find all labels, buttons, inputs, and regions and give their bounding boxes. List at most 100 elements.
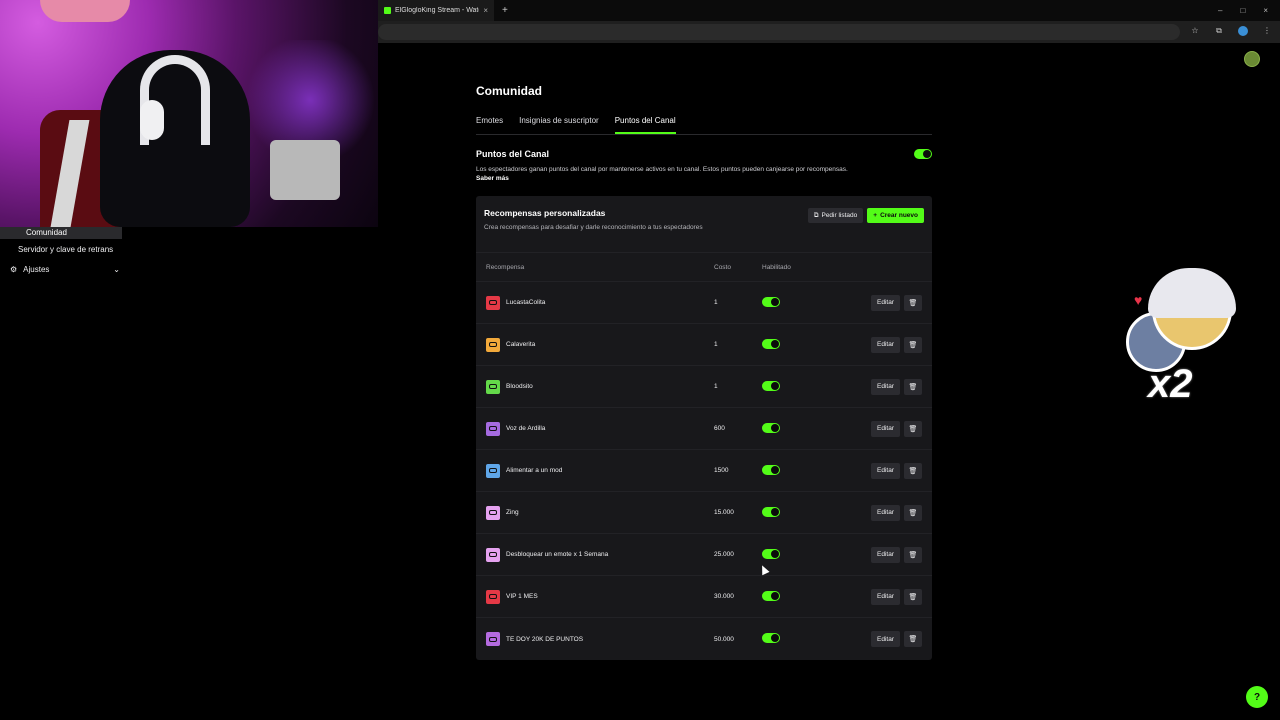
delete-reward-button[interactable]: 🗑 — [904, 294, 922, 311]
reward-enabled-toggle[interactable] — [762, 380, 780, 391]
sidebar-item-stream-key[interactable]: Servidor y clave de retrans — [18, 245, 113, 254]
reward-enabled-toggle[interactable] — [762, 506, 780, 517]
heart-icon: ♥ — [1134, 292, 1143, 308]
delete-reward-button[interactable]: 🗑 — [904, 462, 922, 479]
reward-enabled-toggle[interactable] — [762, 590, 780, 601]
edit-reward-button[interactable]: Editar — [871, 588, 900, 605]
reward-name: Voz de Ardilla — [506, 425, 546, 432]
reward-cost: 15.000 — [714, 509, 734, 516]
delete-reward-button[interactable]: 🗑 — [904, 546, 922, 563]
reward-name: Alimentar a un mod — [506, 467, 563, 474]
community-tabs: Emotes Insignias de suscriptor Puntos de… — [476, 116, 932, 135]
reward-enabled-toggle[interactable] — [762, 633, 780, 643]
reward-name-cell: Alimentar a un mod — [476, 463, 714, 478]
reward-name: LucastaColita — [506, 299, 546, 306]
delete-reward-button[interactable]: 🗑 — [904, 504, 922, 521]
delete-reward-button[interactable]: 🗑 — [904, 631, 922, 647]
reward-enabled-cell — [762, 380, 862, 393]
reward-actions: Editar 🗑 — [862, 504, 932, 521]
toolbar-icons: ☆ ⧉ ⋮ — [1190, 26, 1272, 38]
reward-enabled-cell — [762, 296, 862, 309]
column-enabled: Habilitado — [762, 263, 791, 271]
sidebar-item-comunidad[interactable]: Comunidad — [0, 227, 122, 239]
delete-reward-button[interactable]: 🗑 — [904, 420, 922, 437]
rewards-subtitle: Crea recompensas para desafiar y darle r… — [484, 224, 703, 231]
reward-enabled-cell — [762, 464, 862, 477]
learn-more-link[interactable]: Saber más — [476, 175, 932, 182]
edit-reward-button[interactable]: Editar — [871, 546, 900, 563]
address-bar[interactable] — [378, 24, 1180, 40]
external-link-icon: ⧉ — [813, 211, 819, 219]
reward-name-cell: VIP 1 MES — [476, 589, 714, 604]
sidebar-item-ajustes[interactable]: ⚙ Ajustes ⌄ — [10, 265, 120, 274]
edit-reward-button[interactable]: Editar — [871, 504, 900, 521]
table-row: Voz de Ardilla 600 Editar 🗑 — [476, 408, 932, 450]
webcam-earcup — [140, 100, 164, 140]
kick-favicon-icon — [384, 7, 391, 14]
menu-dots-icon[interactable]: ⋮ — [1262, 26, 1272, 38]
reward-cost: 30.000 — [714, 593, 734, 600]
trash-icon: 🗑 — [908, 425, 918, 433]
sticker-hood — [1148, 268, 1236, 318]
channel-points-toggle[interactable] — [914, 149, 932, 159]
reward-name-cell: TE DOY 20K DE PUNTOS — [476, 632, 714, 646]
webcam-overlay — [0, 0, 378, 227]
reward-enabled-toggle[interactable] — [762, 548, 780, 559]
reward-enabled-toggle[interactable] — [762, 422, 780, 433]
channel-points-description: Los espectadores ganan puntos del canal … — [476, 166, 848, 173]
maximize-button[interactable]: □ — [1240, 6, 1245, 15]
table-row: Desbloquear un emote x 1 Semana 25.000 Edi… — [476, 534, 932, 576]
trash-icon: 🗑 — [908, 467, 918, 475]
reward-icon — [486, 547, 500, 562]
bookmark-star-icon[interactable]: ☆ — [1190, 26, 1200, 38]
close-window-button[interactable]: × — [1263, 6, 1268, 15]
tab-close-icon[interactable]: × — [483, 6, 488, 15]
reward-enabled-cell — [762, 590, 862, 603]
tab-channel-points[interactable]: Puntos del Canal — [614, 116, 676, 134]
reward-name-cell: Bloodsito — [476, 379, 714, 394]
reward-actions: Editar 🗑 — [862, 420, 932, 437]
reward-cost: 25.000 — [714, 551, 734, 558]
edit-reward-button[interactable]: Editar — [871, 420, 900, 437]
create-reward-button[interactable]: + Crear nuevo — [867, 208, 924, 223]
reward-name: Zing — [506, 509, 519, 516]
trash-icon: 🗑 — [908, 299, 918, 307]
sidebar-item-label: Ajustes — [23, 265, 50, 274]
reward-enabled-toggle[interactable] — [762, 296, 780, 307]
extensions-icon[interactable]: ⧉ — [1214, 26, 1224, 38]
table-row: LucastaColita 1 Editar 🗑 — [476, 282, 932, 324]
trash-icon: 🗑 — [908, 551, 918, 559]
delete-reward-button[interactable]: 🗑 — [904, 336, 922, 353]
edit-reward-button[interactable]: Editar — [871, 631, 900, 647]
edit-reward-button[interactable]: Editar — [871, 336, 900, 353]
minimize-button[interactable]: – — [1218, 6, 1222, 15]
tab-subscriber-badges[interactable]: Insignias de suscriptor — [519, 116, 599, 134]
reward-enabled-toggle[interactable] — [762, 338, 780, 349]
profile-icon[interactable] — [1238, 26, 1248, 38]
help-chat-button[interactable]: ? — [1246, 686, 1268, 708]
trash-icon: 🗑 — [908, 636, 918, 643]
reward-cost: 1500 — [714, 467, 729, 474]
reward-enabled-cell — [762, 633, 862, 645]
reward-cost: 1 — [714, 299, 718, 306]
trash-icon: 🗑 — [908, 509, 918, 517]
new-tab-button[interactable]: + — [502, 5, 508, 16]
table-row: Alimentar a un mod 1500 Editar 🗑 — [476, 450, 932, 492]
edit-reward-button[interactable]: Editar — [871, 294, 900, 311]
reward-name-cell: Calaverita — [476, 337, 714, 352]
delete-reward-button[interactable]: 🗑 — [904, 378, 922, 395]
tab-title: ElGlogloKing Stream - Watch Li — [395, 7, 479, 14]
reward-icon — [486, 589, 500, 604]
column-cost: Costo — [714, 263, 731, 271]
user-avatar[interactable] — [1244, 51, 1260, 67]
reward-actions: Editar 🗑 — [862, 294, 932, 311]
reward-actions: Editar 🗑 — [862, 546, 932, 563]
edit-reward-button[interactable]: Editar — [871, 462, 900, 479]
rewards-title: Recompensas personalizadas — [484, 208, 606, 218]
tab-emotes[interactable]: Emotes — [476, 116, 503, 134]
request-list-button[interactable]: ⧉ Pedir listado — [807, 208, 864, 223]
edit-reward-button[interactable]: Editar — [871, 378, 900, 395]
delete-reward-button[interactable]: 🗑 — [904, 588, 922, 605]
browser-tab[interactable]: ElGlogloKing Stream - Watch Li × — [378, 0, 494, 21]
reward-enabled-toggle[interactable] — [762, 464, 780, 475]
